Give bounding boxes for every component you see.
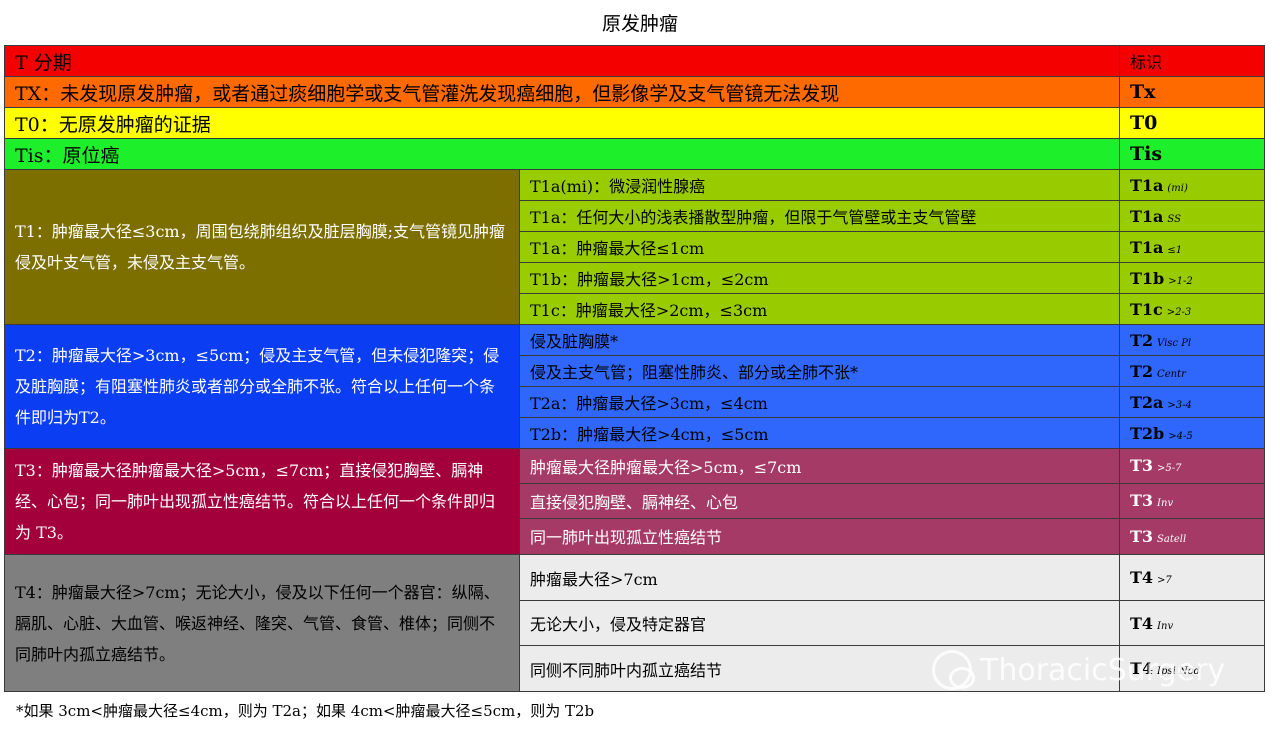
row-t0-text: T0：无原发肿瘤的证据 (4, 107, 1120, 139)
t2-description: T2：肿瘤最大径>3cm，≤5cm；侵及主支气管，但未侵犯隆突；侵及脏胸膜；有阻… (4, 324, 520, 449)
t1-sub-text: T1a：肿瘤最大径≤1cm (519, 231, 1120, 263)
t1-sub-code: T1a ≤1 (1119, 231, 1265, 263)
t3-sub-text: 肿瘤最大径肿瘤最大径>5cm，≤7cm (519, 448, 1120, 484)
t1-sub-text: T1a：任何大小的浅表播散型肿瘤，但限于气管壁或主支气管壁 (519, 200, 1120, 232)
t2-sub-text: T2a：肿瘤最大径>3cm，≤4cm (519, 386, 1120, 418)
t2-sub-text: 侵及主支气管；阻塞性肺炎、部分或全肺不张* (519, 355, 1120, 387)
t4-sub-text: 肿瘤最大径>7cm (519, 554, 1120, 601)
t4-description: T4：肿瘤最大径>7cm；无论大小，侵及以下任何一个器官：纵隔、膈肌、心脏、大血… (4, 554, 520, 692)
t1-sub-text: T1b：肿瘤最大径>1cm，≤2cm (519, 262, 1120, 294)
t1-sub-code: T1b >1-2 (1119, 262, 1265, 294)
t2-sub-code: T2b >4-5 (1119, 417, 1265, 449)
t1-sub-text: T1c：肿瘤最大径>2cm，≤3cm (519, 293, 1120, 325)
t2-sub-code: T2 Visc Pl (1119, 324, 1265, 356)
t3-row: T3：肿瘤最大径肿瘤最大径>5cm，≤7cm；直接侵犯胸壁、膈神经、心包；同一肺… (4, 448, 1265, 555)
t1-sub-code: T1a (mi) (1119, 169, 1265, 201)
t3-description: T3：肿瘤最大径肿瘤最大径>5cm，≤7cm；直接侵犯胸壁、膈神经、心包；同一肺… (4, 448, 520, 555)
row-tx-text: TX：未发现原发肿瘤，或者通过痰细胞学或支气管灌洗发现癌细胞，但影像学及支气管镜… (4, 76, 1120, 108)
t3-sub-code: T3 Satell (1119, 517, 1265, 556)
t2-sub-code: T2a >3-4 (1119, 386, 1265, 418)
t1-description: T1：肿瘤最大径≤3cm，周围包绕肺组织及脏层胸膜;支气管镜见肿瘤侵及叶支气管，… (4, 169, 520, 325)
t4-sub-text: 无论大小，侵及特定器官 (519, 600, 1120, 646)
t4-sub-code: T4 Inv (1119, 600, 1265, 646)
wechat-logo-icon (932, 650, 975, 690)
row-t0: T0：无原发肿瘤的证据 T0 (4, 107, 1265, 139)
header-row: T 分期 标识 (4, 45, 1265, 77)
t1-sub-code: T1a SS (1119, 200, 1265, 232)
t3-sub-code: T3 >5-7 (1119, 448, 1265, 484)
t2-row: T2：肿瘤最大径>3cm，≤5cm；侵及主支气管，但未侵犯隆突；侵及脏胸膜；有阻… (4, 324, 1265, 449)
t1-row: T1：肿瘤最大径≤3cm，周围包绕肺组织及脏层胸膜;支气管镜见肿瘤侵及叶支气管，… (4, 169, 1265, 325)
row-tis-code: Tis (1119, 138, 1265, 170)
footnote: *如果 3cm<肿瘤最大径≤4cm，则为 T2a；如果 4cm<肿瘤最大径≤5c… (16, 702, 595, 720)
t2-sub-text: T2b：肿瘤最大径>4cm，≤5cm (519, 417, 1120, 449)
row-tis-text: Tis：原位癌 (4, 138, 1120, 170)
t2-sub-code: T2 Centr (1119, 355, 1265, 387)
t1-sub-code: T1c >2-3 (1119, 293, 1265, 325)
label-header: 标识 (1119, 45, 1265, 77)
stage-header: T 分期 (4, 45, 1120, 77)
watermark-text: ThoracicSurgery (980, 652, 1226, 688)
t1-sub-text: T1a(mi)：微浸润性腺癌 (519, 169, 1120, 201)
t3-sub-text: 直接侵犯胸壁、膈神经、心包 (519, 482, 1120, 519)
t4-row: T4：肿瘤最大径>7cm；无论大小，侵及以下任何一个器官：纵隔、膈肌、心脏、大血… (4, 554, 1265, 692)
row-tis: Tis：原位癌 Tis (4, 138, 1265, 170)
t3-sub-code: T3 Inv (1119, 482, 1265, 519)
row-t0-code: T0 (1119, 107, 1265, 139)
t2-sub-text: 侵及脏胸膜* (519, 324, 1120, 356)
t4-sub-code: T4 >7 (1119, 554, 1265, 601)
row-tx-code: Tx (1119, 76, 1265, 108)
page-title: 原发肿瘤 (601, 13, 678, 35)
t-staging-table: T 分期 标识 TX：未发现原发肿瘤，或者通过痰细胞学或支气管灌洗发现癌细胞，但… (4, 45, 1265, 692)
watermark: ThoracicSurgery (932, 646, 1242, 694)
t3-sub-text: 同一肺叶出现孤立性癌结节 (519, 517, 1120, 556)
row-tx: TX：未发现原发肿瘤，或者通过痰细胞学或支气管灌洗发现癌细胞，但影像学及支气管镜… (4, 76, 1265, 108)
